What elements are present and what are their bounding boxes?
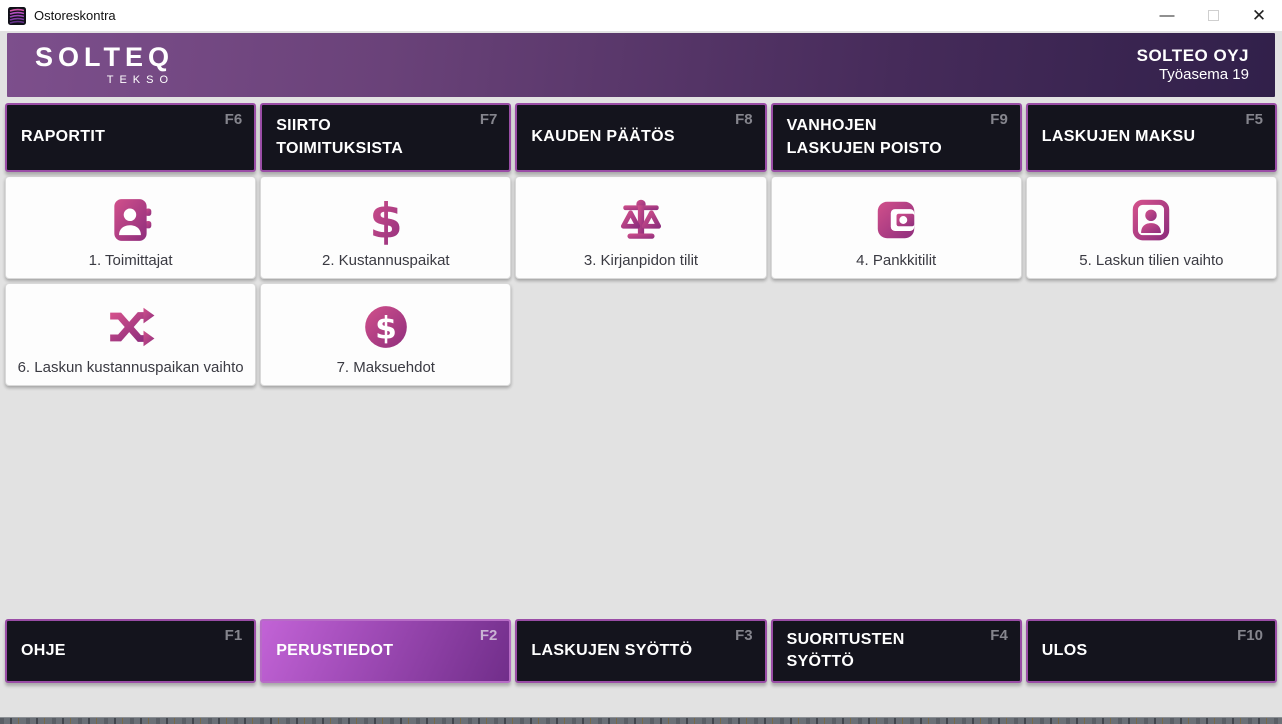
window-title: Ostoreskontra: [34, 8, 116, 23]
perustiedot-label: PERUSTIEDOT: [276, 640, 393, 662]
taskbar-edge-strip: [0, 717, 1282, 724]
ulos-button[interactable]: ULOS F10: [1026, 619, 1277, 683]
vanhojen-laskujen-poisto-label: VANHOJEN LASKUJEN POISTO: [787, 115, 942, 160]
ulos-label: ULOS: [1042, 640, 1088, 662]
perustiedot-button[interactable]: PERUSTIEDOT F2: [260, 619, 511, 683]
ohje-label: OHJE: [21, 640, 66, 662]
tile-toimittajat[interactable]: 1. Toimittajat: [5, 176, 256, 279]
vanhojen-laskujen-poisto-button[interactable]: VANHOJEN LASKUJEN POISTO F9: [771, 103, 1022, 172]
perustiedot-fkey: F2: [480, 627, 498, 644]
logo-main-text: SOLTEQ: [35, 44, 174, 71]
tile-laskun-kustannuspaikan-vaihto-label: 6. Laskun kustannuspaikan vaihto: [18, 359, 244, 376]
ohje-fkey: F1: [225, 627, 243, 644]
suoritusten-syotto-label: SUORITUSTEN SYÖTTÖ: [787, 629, 905, 674]
tile-kustannuspaikat[interactable]: $ 2. Kustannuspaikat: [260, 176, 511, 279]
raportit-button[interactable]: RAPORTIT F6: [5, 103, 256, 172]
dollar-icon: $: [361, 195, 411, 245]
minimize-button[interactable]: —: [1144, 0, 1190, 31]
solteq-app-icon: [8, 7, 26, 25]
top-button-row: RAPORTIT F6 SIIRTO TOIMITUKSISTA F7 KAUD…: [0, 103, 1282, 172]
title-bar: Ostoreskontra — ✕: [0, 0, 1282, 31]
svg-text:$: $: [369, 195, 402, 245]
shuffle-arrows-icon: [106, 302, 156, 352]
tile-pankkitilit[interactable]: 4. Pankkitilit: [771, 176, 1022, 279]
dollar-circle-icon: $: [361, 302, 411, 352]
maximize-button[interactable]: [1190, 0, 1236, 31]
ohje-button[interactable]: OHJE F1: [5, 619, 256, 683]
laskujen-syotto-label: LASKUJEN SYÖTTÖ: [531, 640, 692, 662]
raportit-label: RAPORTIT: [21, 126, 105, 148]
laskujen-maksu-fkey: F5: [1245, 111, 1263, 128]
siirto-toimituksista-button[interactable]: SIIRTO TOIMITUKSISTA F7: [260, 103, 511, 172]
tile-pankkitilit-label: 4. Pankkitilit: [856, 252, 936, 269]
tile-grid: 1. Toimittajat $ 2. Kustannuspaikat 3.: [0, 176, 1282, 386]
laskujen-maksu-label: LASKUJEN MAKSU: [1042, 126, 1196, 148]
bottom-gap: [0, 683, 1282, 717]
solteq-tekso-logo: SOLTEQ TEKSO: [35, 44, 174, 86]
suoritusten-syotto-fkey: F4: [990, 627, 1008, 644]
laskujen-syotto-button[interactable]: LASKUJEN SYÖTTÖ F3: [515, 619, 766, 683]
suoritusten-syotto-button[interactable]: SUORITUSTEN SYÖTTÖ F4: [771, 619, 1022, 683]
laskujen-syotto-fkey: F3: [735, 627, 753, 644]
logo-sub-text: TEKSO: [35, 74, 174, 86]
app-header: SOLTEQ TEKSO SOLTEO OYJ Työasema 19: [7, 33, 1275, 97]
portrait-icon: [1126, 195, 1176, 245]
wallet-icon: [871, 195, 921, 245]
laskujen-maksu-button[interactable]: LASKUJEN MAKSU F5: [1026, 103, 1277, 172]
tile-kirjanpidon-tilit-label: 3. Kirjanpidon tilit: [584, 252, 698, 269]
svg-text:$: $: [375, 310, 397, 346]
vanhojen-laskujen-poisto-fkey: F9: [990, 111, 1008, 128]
ulos-fkey: F10: [1237, 627, 1263, 644]
kauden-paatos-fkey: F8: [735, 111, 753, 128]
bottom-button-row: OHJE F1 PERUSTIEDOT F2 LASKUJEN SYÖTTÖ F…: [0, 619, 1282, 683]
workstation-label: Työasema 19: [1137, 66, 1249, 85]
siirto-toimituksista-fkey: F7: [480, 111, 498, 128]
siirto-toimituksista-label: SIIRTO TOIMITUKSISTA: [276, 115, 403, 160]
tile-kustannuspaikat-label: 2. Kustannuspaikat: [322, 252, 450, 269]
tile-kirjanpidon-tilit[interactable]: 3. Kirjanpidon tilit: [515, 176, 766, 279]
tile-laskun-tilien-vaihto[interactable]: 5. Laskun tilien vaihto: [1026, 176, 1277, 279]
kauden-paatos-button[interactable]: KAUDEN PÄÄTÖS F8: [515, 103, 766, 172]
company-name: SOLTEO OYJ: [1137, 45, 1249, 66]
raportit-fkey: F6: [225, 111, 243, 128]
maximize-icon: [1208, 10, 1219, 21]
kauden-paatos-label: KAUDEN PÄÄTÖS: [531, 126, 674, 148]
balance-scale-icon: [616, 195, 666, 245]
close-button[interactable]: ✕: [1236, 0, 1282, 31]
tile-maksuehdot[interactable]: $ 7. Maksuehdot: [260, 283, 511, 386]
tile-toimittajat-label: 1. Toimittajat: [89, 252, 173, 269]
tile-laskun-kustannuspaikan-vaihto[interactable]: 6. Laskun kustannuspaikan vaihto: [5, 283, 256, 386]
address-book-icon: [106, 195, 156, 245]
tile-maksuehdot-label: 7. Maksuehdot: [337, 359, 435, 376]
tile-laskun-tilien-vaihto-label: 5. Laskun tilien vaihto: [1079, 252, 1223, 269]
empty-workspace: [0, 386, 1282, 619]
